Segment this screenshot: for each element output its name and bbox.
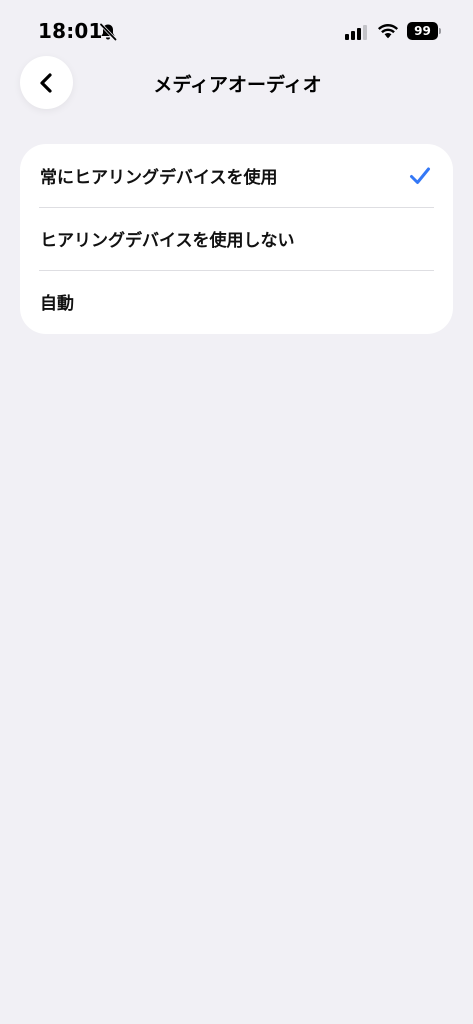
battery-icon: 99 <box>407 22 441 40</box>
option-label: 自動 <box>40 294 74 314</box>
option-label: ヒアリングデバイスを使用しない <box>40 231 295 251</box>
status-time: 18:01 <box>38 19 103 43</box>
status-bar: 18:01 99 <box>0 0 473 54</box>
option-never-use[interactable]: ヒアリングデバイスを使用しない <box>20 207 453 270</box>
bell-slash-icon <box>98 22 118 42</box>
page-title: メディアオーディオ <box>153 74 322 96</box>
checkmark-icon <box>409 166 431 186</box>
options-list: 常にヒアリングデバイスを使用 ヒアリングデバイスを使用しない 自動 <box>20 144 453 334</box>
option-always-use[interactable]: 常にヒアリングデバイスを使用 <box>20 144 453 207</box>
wifi-icon <box>377 22 399 40</box>
option-label: 常にヒアリングデバイスを使用 <box>40 168 278 188</box>
screen: 18:01 99 メディアオーディオ 常にヒアリングデバイスを使用 ヒアリングデ… <box>0 0 473 1024</box>
battery-tip <box>439 28 441 34</box>
cellular-signal-icon <box>345 24 369 40</box>
option-automatic[interactable]: 自動 <box>20 270 453 333</box>
battery-level: 99 <box>414 24 431 38</box>
